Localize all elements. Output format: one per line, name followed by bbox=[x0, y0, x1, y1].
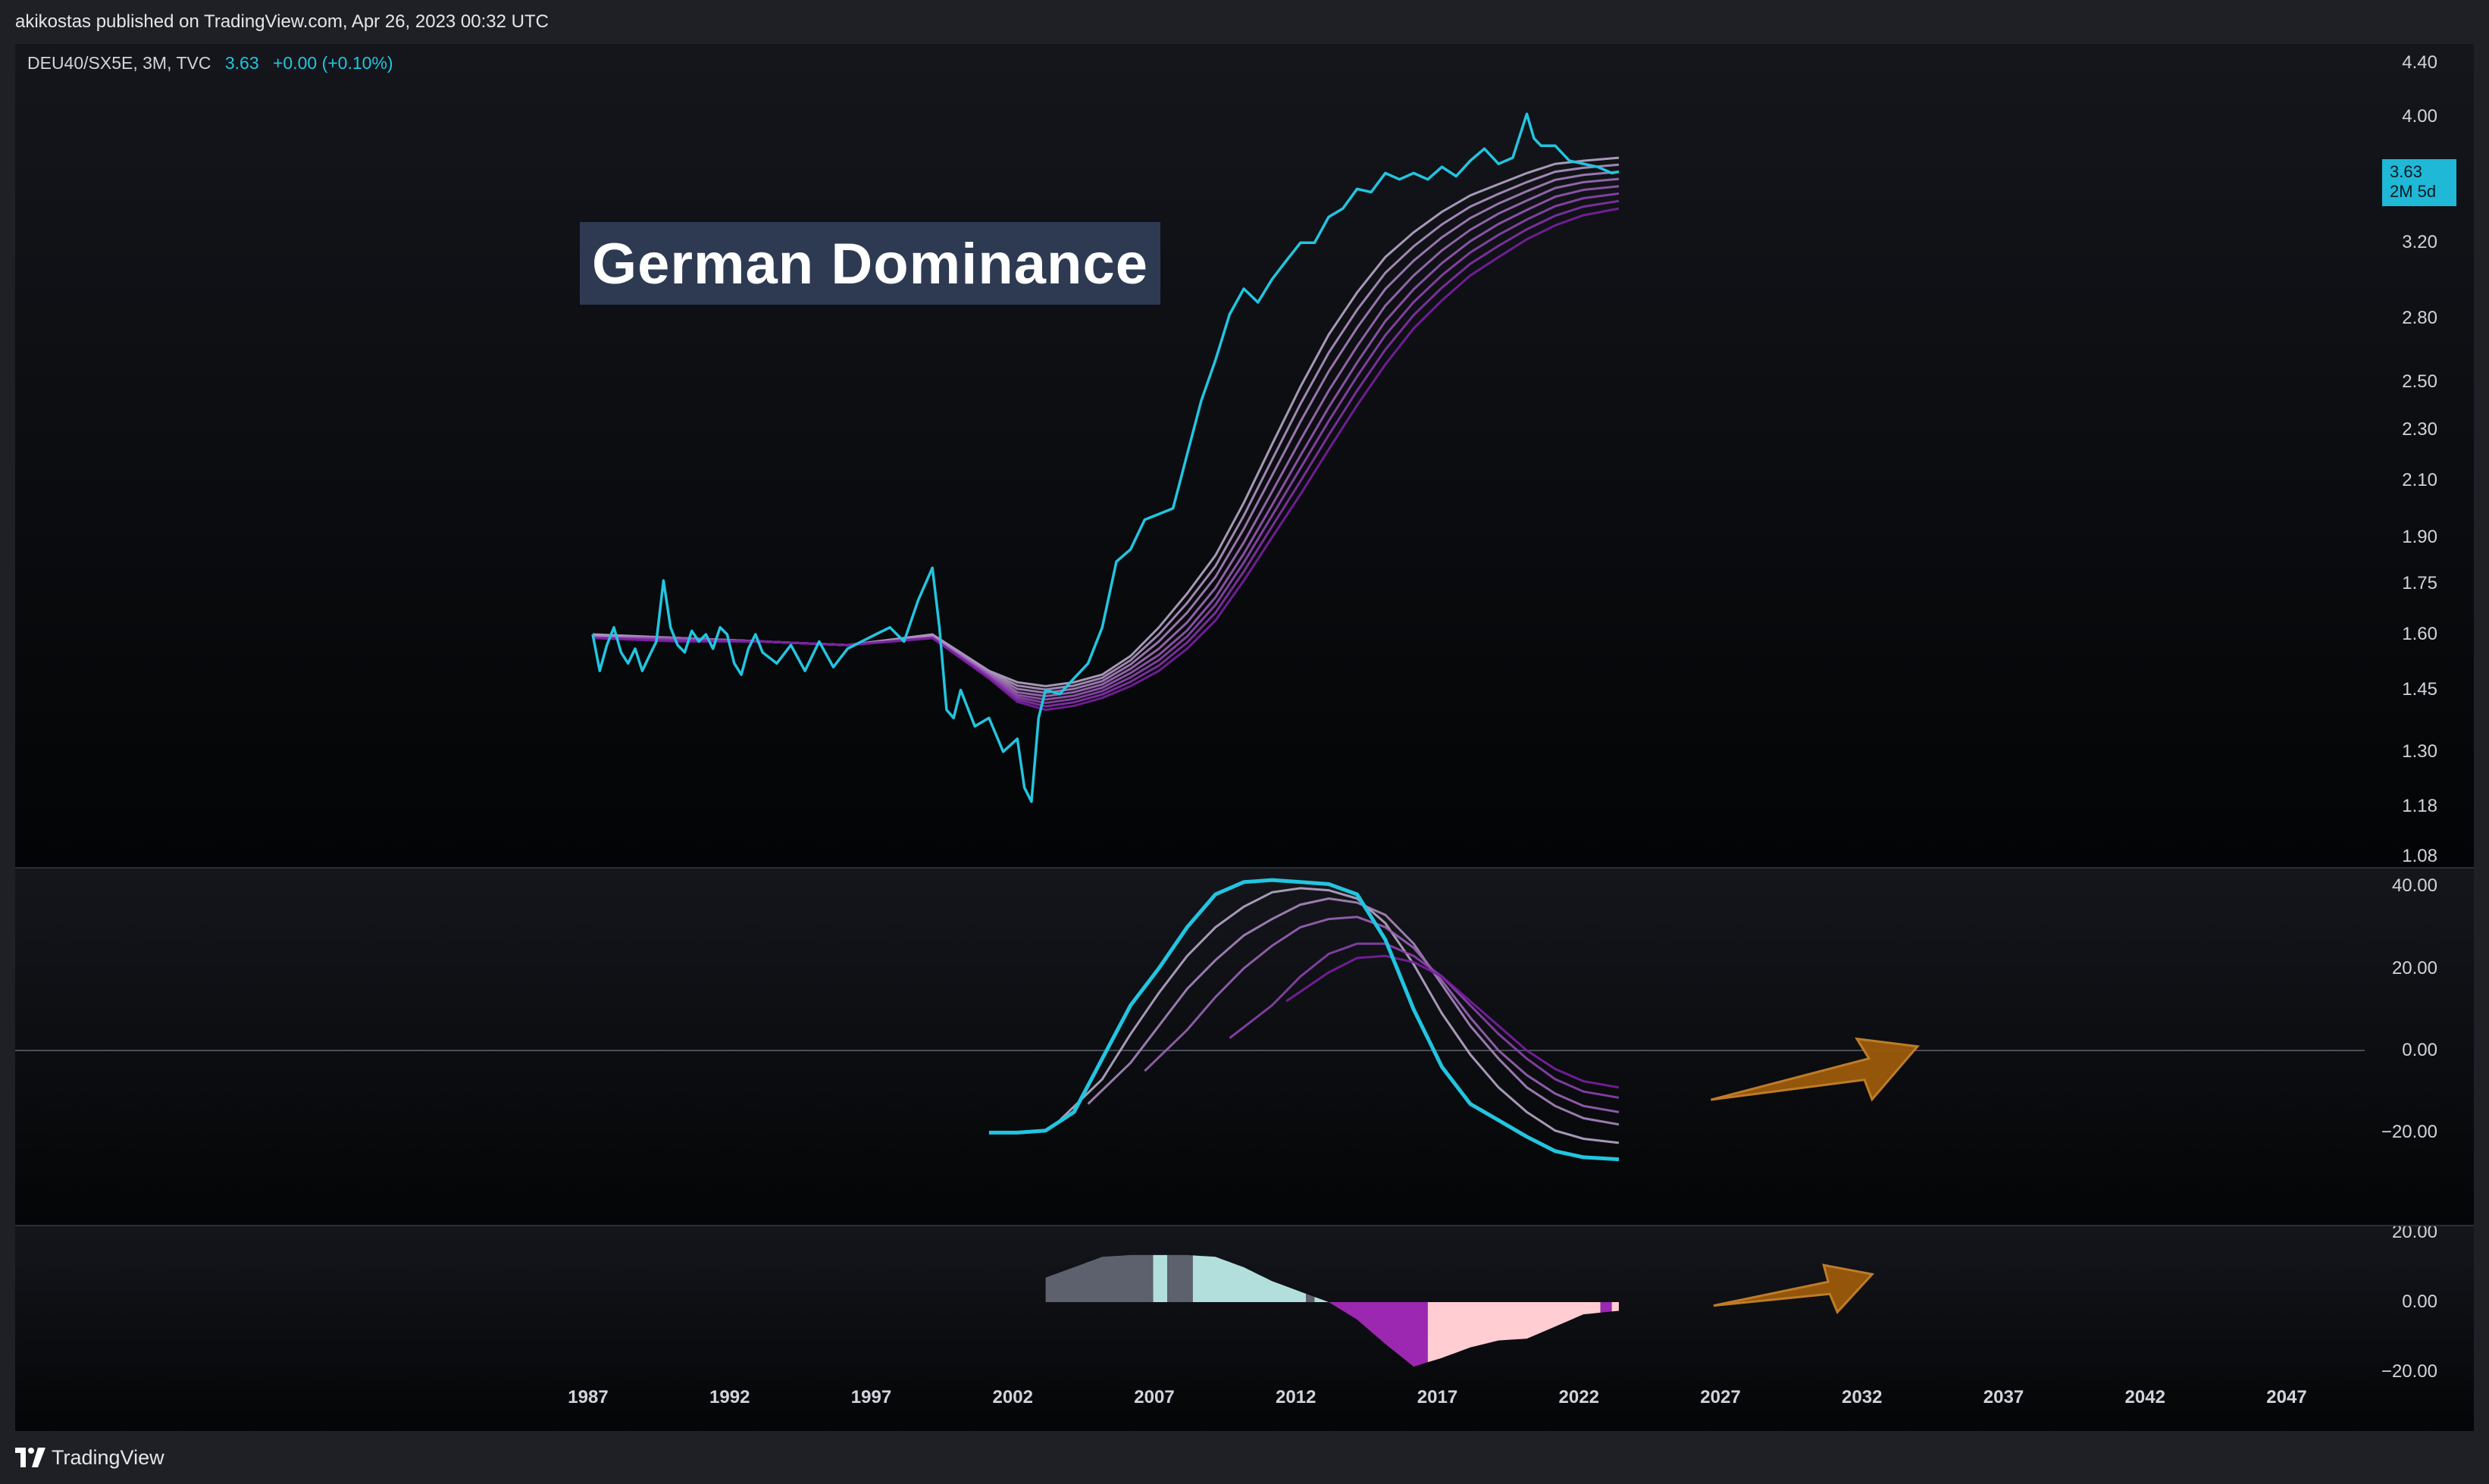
histogram-axis-tick-label: 0.00 bbox=[2402, 1291, 2437, 1312]
oscillator-line bbox=[1285, 954, 1620, 1089]
legend-change: +0.00 (+0.10%) bbox=[273, 53, 393, 73]
legend-symbol: DEU40/SX5E, 3M, TVC bbox=[27, 53, 211, 73]
oscillator-main-line bbox=[988, 878, 1620, 1162]
price-axis-tick-label: 2.80 bbox=[2402, 307, 2437, 328]
time-axis-tick-label: 2002 bbox=[992, 1387, 1033, 1407]
legend-value: 3.63 bbox=[224, 53, 259, 73]
price-axis-tick-label: 1.90 bbox=[2402, 526, 2437, 547]
time-axis-tick-label: 1987 bbox=[568, 1387, 609, 1407]
publish-info: akikostas published on TradingView.com, … bbox=[15, 11, 549, 32]
histogram-area bbox=[1600, 1302, 1612, 1313]
time-axis-tick-label: 1992 bbox=[709, 1387, 750, 1407]
oscillator-axis-tick-label: −20.00 bbox=[2381, 1122, 2437, 1143]
histogram-area bbox=[1167, 1254, 1193, 1302]
histogram-area bbox=[1427, 1302, 1601, 1363]
price-axis-tick-label: 1.45 bbox=[2402, 679, 2437, 700]
time-axis-tick-label: 2037 bbox=[1983, 1387, 2024, 1407]
price-pane[interactable]: DEU40/SX5E, 3M, TVC 3.63 +0.00 (+0.10%) … bbox=[15, 44, 2474, 867]
oscillator-axis-tick-label: 40.00 bbox=[2391, 875, 2437, 897]
oscillator-axis-tick-label: 20.00 bbox=[2391, 957, 2437, 978]
histogram-area bbox=[1045, 1254, 1154, 1302]
publish-header: akikostas published on TradingView.com, … bbox=[0, 0, 2489, 45]
price-axis-tick-label: 1.60 bbox=[2402, 624, 2437, 645]
histogram-area bbox=[1329, 1302, 1428, 1367]
footer: TradingView bbox=[0, 1432, 2489, 1484]
histogram-area bbox=[1306, 1294, 1315, 1302]
footer-brand: TradingView bbox=[52, 1446, 164, 1469]
price-axis-tick-label: 4.00 bbox=[2402, 106, 2437, 127]
last-price-value: 3.63 bbox=[2390, 162, 2422, 181]
price-axis-tick-label: 2.10 bbox=[2402, 470, 2437, 491]
annotation-label[interactable]: German Dominance bbox=[580, 222, 1160, 305]
price-axis-tick-label: 4.40 bbox=[2402, 52, 2437, 73]
time-axis[interactable]: 1987 1992 1997 2002 2007 2012 2017 2022 2027 2032… bbox=[15, 1387, 2474, 1417]
price-axis-tick-label: 2.50 bbox=[2402, 371, 2437, 393]
time-axis-tick-label: 2012 bbox=[1276, 1387, 1317, 1407]
last-price-tag: 3.63 2M 5d bbox=[2382, 159, 2456, 206]
time-axis-tick-label: 2027 bbox=[1700, 1387, 1741, 1407]
bar-countdown: 2M 5d bbox=[2390, 182, 2437, 201]
histogram-area bbox=[1153, 1254, 1168, 1302]
time-axis-tick-label: 2042 bbox=[2124, 1387, 2165, 1407]
oscillator-line bbox=[1087, 897, 1620, 1126]
time-axis-tick-label: 1997 bbox=[850, 1387, 892, 1407]
price-line bbox=[591, 112, 1620, 803]
price-axis-tick-label: 1.30 bbox=[2402, 740, 2437, 762]
tradingview-logo-icon bbox=[15, 1448, 45, 1467]
price-axis-tick-label: 3.20 bbox=[2402, 232, 2437, 253]
price-axis-tick-label: 1.08 bbox=[2402, 846, 2437, 866]
price-chart bbox=[591, 112, 1620, 803]
time-axis-tick-label: 2017 bbox=[1417, 1387, 1458, 1407]
time-axis-tick-label: 2047 bbox=[2266, 1387, 2307, 1407]
symbol-legend: DEU40/SX5E, 3M, TVC 3.63 +0.00 (+0.10%) bbox=[27, 53, 393, 74]
oscillator-axis-tick-label: 0.00 bbox=[2402, 1040, 2437, 1060]
histogram-area bbox=[1314, 1297, 1329, 1302]
trend-arrow bbox=[1713, 1263, 1875, 1314]
trend-arrow bbox=[1710, 1037, 1920, 1102]
time-axis-tick-label: 2007 bbox=[1134, 1387, 1175, 1407]
price-axis-tick-label: 1.75 bbox=[2402, 573, 2437, 594]
price-axis-tick-label: 1.18 bbox=[2402, 796, 2437, 816]
oscillator-line bbox=[1059, 887, 1620, 1144]
time-axis-tick-label: 2032 bbox=[1842, 1387, 1883, 1407]
histogram-axis-tick-label: 20.00 bbox=[2391, 1226, 2437, 1242]
time-axis-tick-label: 2022 bbox=[1558, 1387, 1599, 1407]
histogram-axis-tick-label: −20.00 bbox=[2381, 1361, 2437, 1382]
annotation-text: German Dominance bbox=[592, 232, 1148, 296]
oscillator-chart bbox=[15, 878, 2365, 1162]
histogram-area bbox=[1611, 1302, 1619, 1312]
histogram-area bbox=[1192, 1255, 1307, 1302]
oscillator-line bbox=[1144, 916, 1620, 1113]
price-axis-tick-label: 2.30 bbox=[2402, 418, 2437, 440]
chart-area[interactable]: DEU40/SX5E, 3M, TVC 3.63 +0.00 (+0.10%) … bbox=[15, 44, 2474, 1431]
oscillator-pane[interactable]: 40.00 20.00 0.00 −20.00 bbox=[15, 869, 2474, 1225]
